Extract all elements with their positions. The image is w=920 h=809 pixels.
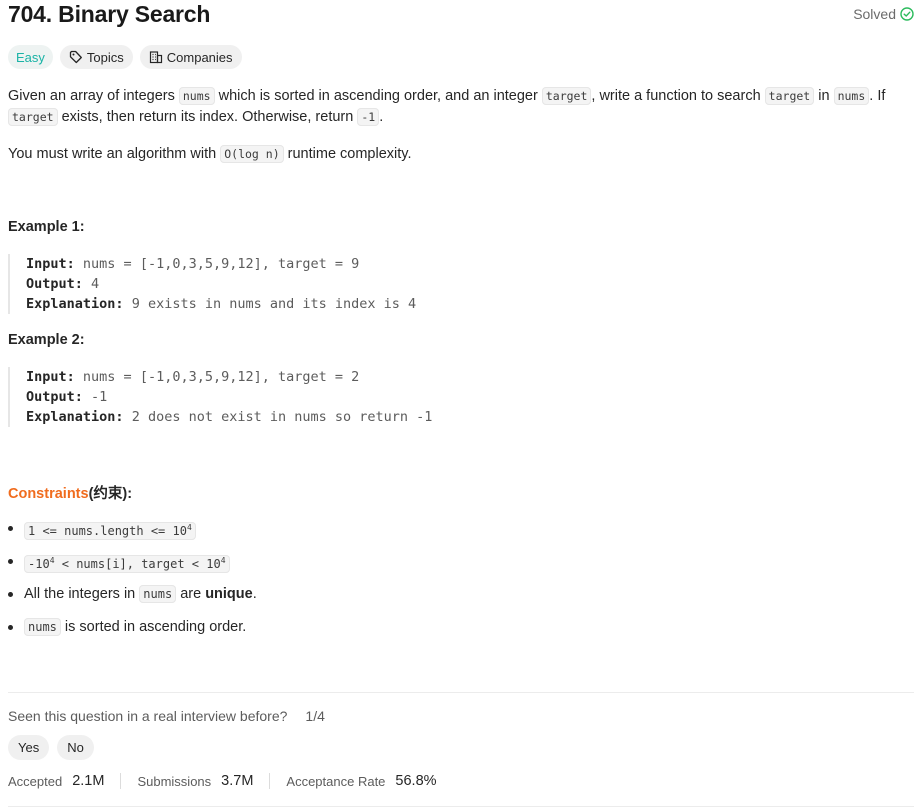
output-label: Output: <box>26 276 83 292</box>
tag-icon <box>69 50 83 64</box>
example-input: Input: nums = [-1,0,3,5,9,12], target = … <box>26 254 626 274</box>
constraint-item: All the integers in nums are unique. <box>8 583 257 616</box>
inline-code: nums <box>178 87 215 105</box>
input-label: Input: <box>26 369 75 385</box>
explanation-label: Explanation: <box>26 296 124 312</box>
submissions-value: 3.7M <box>221 773 254 789</box>
inline-code: nums <box>833 87 870 105</box>
text: runtime complexity. <box>283 146 412 162</box>
output-value: 4 <box>91 276 100 292</box>
text: exists, then return its index. Otherwise… <box>57 109 358 125</box>
input-label: Input: <box>26 256 75 272</box>
explanation-label: Explanation: <box>26 409 124 425</box>
text: . If <box>869 88 886 104</box>
output-value: -1 <box>91 389 108 405</box>
text: , write a function to search <box>591 88 765 104</box>
topics-label: Topics <box>86 49 124 65</box>
output-label: Output: <box>26 389 83 405</box>
constraint-item: 1 <= nums.length <= 104 <box>8 517 257 550</box>
check-circle-icon <box>900 7 914 21</box>
superscript: 4 <box>220 556 226 565</box>
code-text: < nums[i], target < 10 <box>54 557 221 571</box>
superscript: 4 <box>186 523 192 532</box>
constraint-item: -104 < nums[i], target < 104 <box>8 550 257 583</box>
explanation-value: 2 does not exist in nums so return -1 <box>131 409 433 425</box>
inline-code: 1 <= nums.length <= 104 <box>24 522 196 540</box>
interview-counter: 1/4 <box>305 708 325 724</box>
explanation-value: 9 exists in nums and its index is 4 <box>131 296 417 312</box>
code-text: 1 <= nums.length <= 10 <box>28 524 187 538</box>
accepted-label: Accepted <box>8 773 63 789</box>
no-button[interactable]: No <box>57 735 94 760</box>
input-value: nums = [-1,0,3,5,9,12], target = 2 <box>82 369 360 385</box>
description-paragraph-2: You must write an algorithm with O(log n… <box>8 144 908 165</box>
solved-status: Solved <box>853 6 914 22</box>
inline-code: -104 < nums[i], target < 104 <box>24 555 230 573</box>
companies-button[interactable]: Companies <box>139 45 242 69</box>
example-1-block: Input: nums = [-1,0,3,5,9,12], target = … <box>8 254 626 314</box>
bold-text: unique <box>205 586 253 602</box>
example-explanation: Explanation: 9 exists in nums and its in… <box>26 294 626 314</box>
example-output: Output: 4 <box>26 274 626 294</box>
building-icon <box>149 50 163 64</box>
example-input: Input: nums = [-1,0,3,5,9,12], target = … <box>26 367 626 387</box>
stats-separator <box>120 773 122 789</box>
inline-code: -1 <box>357 108 380 126</box>
interview-question: Seen this question in a real interview b… <box>8 708 325 724</box>
example-1-title: Example 1: <box>8 219 85 235</box>
text: . <box>252 586 257 602</box>
text: in <box>814 88 834 104</box>
text: is sorted in ascending order. <box>60 619 247 635</box>
inline-code: nums <box>139 585 177 603</box>
problem-title: 704. Binary Search <box>8 1 211 27</box>
submissions-label: Submissions <box>137 773 212 789</box>
topics-button[interactable]: Topics <box>59 45 133 69</box>
input-value: nums = [-1,0,3,5,9,12], target = 9 <box>82 256 360 272</box>
problem-description: Given an array of integers nums which is… <box>8 86 908 165</box>
constraints-suffix: (约束): <box>88 486 133 502</box>
constraints-list: 1 <= nums.length <= 104 -104 < nums[i], … <box>8 517 257 649</box>
tag-bar: Easy Topics Companies <box>8 45 242 69</box>
constraints-heading: Constraints(约束): <box>8 482 132 503</box>
companies-label: Companies <box>166 49 233 65</box>
stats-bar: Accepted 2.1M Submissions 3.7M Acceptanc… <box>8 773 437 789</box>
example-output: Output: -1 <box>26 387 626 407</box>
inline-code: O(log n) <box>220 145 284 163</box>
acceptance-rate-label: Acceptance Rate <box>286 773 386 789</box>
inline-code: nums <box>24 618 61 636</box>
yes-button[interactable]: Yes <box>8 735 50 760</box>
text: All the integers in <box>24 586 140 602</box>
solved-label: Solved <box>853 6 896 22</box>
divider <box>8 692 914 693</box>
description-paragraph-1: Given an array of integers nums which is… <box>8 86 908 128</box>
difficulty-badge[interactable]: Easy <box>8 45 53 69</box>
constraint-item: nums is sorted in ascending order. <box>8 616 257 649</box>
interview-answer-buttons: Yes No <box>8 735 94 760</box>
example-explanation: Explanation: 2 does not exist in nums so… <box>26 407 626 427</box>
example-2-title: Example 2: <box>8 332 85 348</box>
text: You must write an algorithm with <box>8 146 221 162</box>
inline-code: target <box>8 108 58 126</box>
code-text: -10 <box>28 557 50 571</box>
text: which is sorted in ascending order, and … <box>214 88 542 104</box>
inline-code: target <box>764 87 815 105</box>
divider <box>8 806 914 807</box>
accepted-value: 2.1M <box>72 773 105 789</box>
constraints-label: Constraints <box>8 486 89 502</box>
acceptance-rate-value: 56.8% <box>395 773 437 789</box>
text: are <box>176 586 206 602</box>
interview-question-text: Seen this question in a real interview b… <box>8 708 288 724</box>
text: . <box>379 109 384 125</box>
stats-separator <box>269 773 271 789</box>
inline-code: target <box>541 87 592 105</box>
example-2-block: Input: nums = [-1,0,3,5,9,12], target = … <box>8 367 626 427</box>
text: Given an array of integers <box>8 88 179 104</box>
